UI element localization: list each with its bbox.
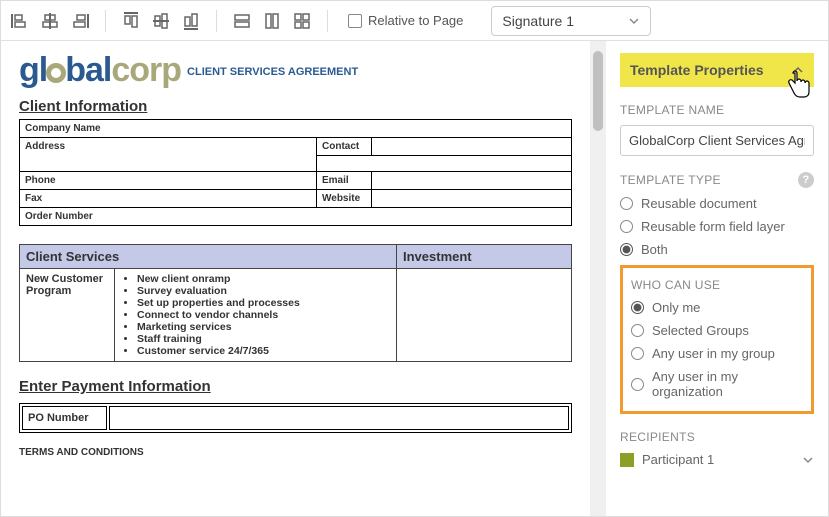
- radio-option[interactable]: Any user in my group: [631, 346, 803, 361]
- template-name-input[interactable]: [620, 125, 814, 156]
- field-order: Order Number: [20, 208, 572, 226]
- section-payment: Enter Payment Information: [19, 378, 572, 395]
- radio-option[interactable]: Reusable form field layer: [620, 219, 814, 234]
- align-bottom-icon[interactable]: [180, 10, 202, 32]
- template-name-label: TEMPLATE NAME: [620, 103, 814, 117]
- field-address: Address: [20, 138, 317, 172]
- match-both-icon[interactable]: [291, 10, 313, 32]
- document-canvas[interactable]: glbalcorp CLIENT SERVICES AGREEMENT Clie…: [1, 41, 590, 516]
- radio-icon: [620, 243, 633, 256]
- radio-icon: [620, 197, 633, 210]
- service-item: Marketing services: [137, 321, 390, 333]
- help-icon[interactable]: ?: [798, 172, 814, 188]
- match-height-icon[interactable]: [261, 10, 283, 32]
- template-properties-accordion[interactable]: Template Properties: [620, 53, 814, 87]
- radio-option[interactable]: Selected Groups: [631, 323, 803, 338]
- who-can-use-options: Only me Selected Groups Any user in my gro…: [631, 300, 803, 399]
- field-company: Company Name: [20, 120, 572, 138]
- po-label: PO Number: [22, 406, 107, 430]
- recipients-label: RECIPIENTS: [620, 430, 814, 444]
- field-fax: Fax: [20, 190, 317, 208]
- template-type-label: TEMPLATE TYPE ?: [620, 172, 814, 188]
- radio-label: Both: [641, 242, 668, 257]
- align-left-icon[interactable]: [9, 10, 31, 32]
- field-selector-value: Signature 1: [502, 13, 574, 29]
- chevron-down-icon: [802, 454, 814, 466]
- services-cell: New client onrampSurvey evaluationSet up…: [115, 269, 397, 362]
- program-name: New Customer Program: [20, 269, 115, 362]
- field-website: Website: [317, 190, 372, 208]
- who-can-use-label: WHO CAN USE: [631, 278, 803, 292]
- chevron-down-icon: [628, 15, 640, 27]
- align-top-icon[interactable]: [120, 10, 142, 32]
- toolbar-separator: [105, 10, 106, 32]
- toolbar-separator: [216, 10, 217, 32]
- match-width-icon[interactable]: [231, 10, 253, 32]
- chevron-up-icon: [792, 64, 804, 76]
- radio-icon: [631, 324, 644, 337]
- client-info-table: Company Name AddressContact PhoneEmail F…: [19, 119, 572, 226]
- align-center-h-icon[interactable]: [39, 10, 61, 32]
- align-right-icon[interactable]: [69, 10, 91, 32]
- radio-option[interactable]: Only me: [631, 300, 803, 315]
- accordion-title: Template Properties: [630, 62, 764, 78]
- section-client-info: Client Information: [19, 98, 572, 115]
- field-phone: Phone: [20, 172, 317, 190]
- service-item: Staff training: [137, 333, 390, 345]
- relative-to-page-checkbox[interactable]: Relative to Page: [348, 13, 463, 28]
- radio-label: Any user in my group: [652, 346, 775, 361]
- client-services-table: Client ServicesInvestment New Customer P…: [19, 244, 572, 362]
- service-item: Customer service 24/7/365: [137, 345, 390, 357]
- radio-label: Any user in my organization: [652, 369, 803, 399]
- radio-label: Reusable form field layer: [641, 219, 785, 234]
- toolbar-separator: [327, 10, 328, 32]
- radio-icon: [631, 301, 644, 314]
- radio-label: Only me: [652, 300, 700, 315]
- logo-subtitle: CLIENT SERVICES AGREEMENT: [187, 66, 358, 78]
- toolbar: Relative to Page Signature 1: [1, 1, 828, 41]
- service-item: Connect to vendor channels: [137, 309, 390, 321]
- radio-option[interactable]: Both: [620, 242, 814, 257]
- properties-panel: Template Properties TEMPLATE NAME TEMPLA…: [606, 41, 828, 516]
- po-table: PO Number: [19, 403, 572, 433]
- radio-option[interactable]: Reusable document: [620, 196, 814, 211]
- align-middle-icon[interactable]: [150, 10, 172, 32]
- who-can-use-highlight: WHO CAN USE Only me Selected Groups Any us…: [620, 265, 814, 414]
- logo: glbalcorp CLIENT SERVICES AGREEMENT: [19, 51, 572, 90]
- checkbox-icon: [348, 14, 362, 28]
- relative-label: Relative to Page: [368, 13, 463, 28]
- radio-icon: [631, 378, 644, 391]
- scrollbar[interactable]: [590, 41, 606, 516]
- service-item: Set up properties and processes: [137, 297, 390, 309]
- investment-header: Investment: [397, 245, 572, 269]
- svc-header: Client Services: [20, 245, 397, 269]
- recipient-name: Participant 1: [642, 452, 714, 467]
- radio-icon: [620, 220, 633, 233]
- scrollbar-thumb[interactable]: [593, 51, 603, 131]
- radio-option[interactable]: Any user in my organization: [631, 369, 803, 399]
- radio-label: Selected Groups: [652, 323, 749, 338]
- field-selector[interactable]: Signature 1: [491, 6, 651, 36]
- terms-heading: TERMS AND CONDITIONS: [19, 447, 572, 458]
- field-contact: Contact: [317, 138, 372, 156]
- radio-label: Reusable document: [641, 196, 757, 211]
- recipient-item[interactable]: Participant 1: [620, 452, 814, 467]
- field-email: Email: [317, 172, 372, 190]
- service-item: New client onramp: [137, 273, 390, 285]
- recipient-swatch: [620, 453, 634, 467]
- radio-icon: [631, 347, 644, 360]
- template-type-options: Reusable document Reusable form field lay…: [620, 196, 814, 257]
- service-item: Survey evaluation: [137, 285, 390, 297]
